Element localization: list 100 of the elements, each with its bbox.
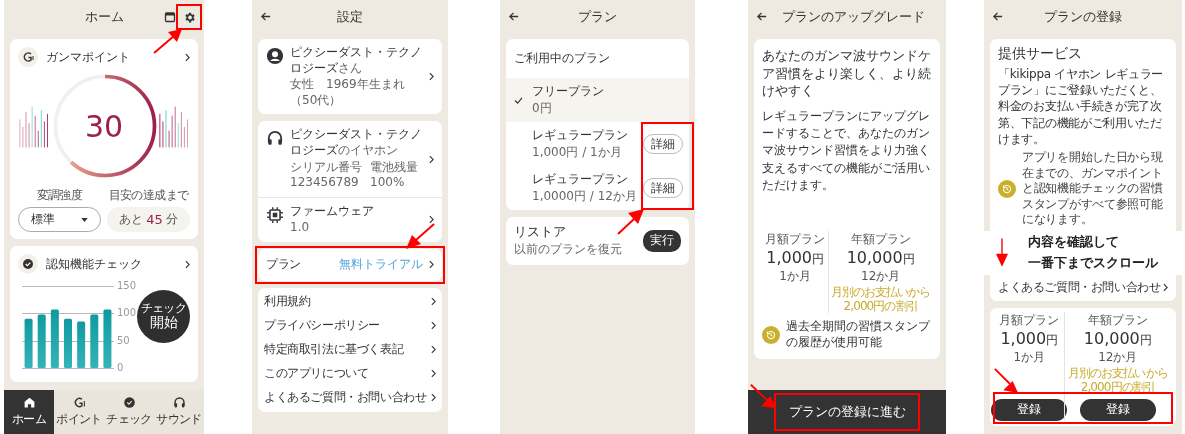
- axis-label: 50: [117, 334, 130, 346]
- back-arrow-icon[interactable]: [260, 11, 271, 22]
- menu-link[interactable]: このアプリについて: [264, 365, 369, 383]
- intro-text: 「kikippa イヤホン レギュラープラン」にご登録いただくと、料金のお支払い手続きが完了次第、下記の機能がご利用いただけます。: [998, 66, 1165, 147]
- device-name: ピクシーダスト・テクノロジーズのイヤホン: [290, 127, 423, 159]
- plan-name: レギュラープラン: [532, 171, 629, 189]
- chevron-icon[interactable]: [431, 369, 436, 379]
- price-unit: 円: [902, 250, 915, 268]
- menu-link[interactable]: プライバシーポリシー: [264, 317, 380, 335]
- profile-detail: 女性 1969年生まれ（50代）: [290, 77, 406, 109]
- price-unit: 円: [1046, 331, 1059, 349]
- price-period: 12か月: [1098, 348, 1138, 366]
- plan-row[interactable]: プラン 無料トライアル: [258, 248, 442, 281]
- card-title: 認知機能チェック: [46, 255, 143, 273]
- annotation-text: 一番下までスクロール: [1028, 254, 1158, 273]
- chevron-icon[interactable]: [431, 321, 436, 331]
- proceed-button[interactable]: プランの登録に進む: [784, 399, 910, 425]
- price-amount: 10,000: [846, 247, 903, 267]
- menu-link[interactable]: よくあるご質問・お問い合わせ: [264, 389, 427, 407]
- user-name: ピクシーダスト・テクノロジーズさん: [290, 45, 423, 77]
- price-amount: 1,000: [1000, 328, 1047, 348]
- screen-title: プラン: [578, 8, 617, 26]
- register-button[interactable]: 登録: [991, 398, 1068, 421]
- menu-link[interactable]: 利用規約: [264, 293, 311, 311]
- price-period: 1か月: [779, 267, 811, 285]
- chevron-icon[interactable]: [431, 345, 436, 355]
- chevron-icon[interactable]: [429, 154, 434, 164]
- plan-option[interactable]: レギュラープラン 1,0000円 / 12か月 詳細: [506, 166, 689, 210]
- settings-icon[interactable]: [183, 11, 196, 24]
- price-period: 12か月: [861, 267, 901, 285]
- chevron-icon: [429, 72, 434, 82]
- screen-title: ホーム: [84, 8, 124, 26]
- annotation-arrow: [996, 236, 1008, 269]
- intensity-label: 変調強度: [36, 187, 83, 204]
- feature-text: 過去全期間の習慣スタンプの履歴が使用可能: [786, 319, 932, 351]
- serial-label: シリアル番号: [290, 159, 362, 176]
- history-icon: [762, 325, 780, 344]
- nav-tab[interactable]: サウンド: [154, 390, 204, 434]
- check-start-button[interactable]: チェック 開始: [137, 290, 190, 343]
- profile-card[interactable]: ピクシーダスト・テクノロジーズさん 女性 1969年生まれ（50代）: [258, 39, 442, 115]
- back-arrow-icon[interactable]: [992, 11, 1003, 22]
- price-period: 1か月: [1013, 348, 1046, 366]
- price-label: 年額プラン: [1087, 311, 1148, 329]
- screen-title: プランの登録: [1044, 8, 1122, 26]
- nav-tab[interactable]: ポイント: [54, 390, 104, 434]
- plan-option[interactable]: フリープラン 0円: [506, 78, 689, 122]
- price-unit: 円: [1139, 331, 1152, 349]
- section-title: 提供サービス: [998, 45, 1083, 63]
- bar: [50, 309, 59, 368]
- annotation-text: 内容を確認して: [1028, 233, 1120, 252]
- goal-label: 目安の達成まで: [108, 187, 189, 204]
- nav-tab[interactable]: ホーム: [4, 390, 54, 434]
- bar: [64, 318, 72, 368]
- chevron-icon[interactable]: [431, 393, 436, 403]
- menu-link[interactable]: 特定商取引法に基づく表記: [264, 341, 404, 359]
- card-title: ガンマポイント: [46, 48, 131, 66]
- axis-label: 0: [117, 362, 124, 373]
- plan-value: 無料トライアル: [339, 256, 423, 274]
- chevron-icon[interactable]: [1163, 283, 1168, 293]
- plan-name: レギュラープラン: [532, 127, 629, 145]
- chevron-icon[interactable]: [431, 297, 436, 307]
- chevron-icon[interactable]: [185, 259, 190, 269]
- battery-value: 100%: [370, 175, 406, 191]
- goal-prefix: あと: [119, 211, 144, 228]
- detail-button[interactable]: 詳細: [643, 178, 683, 198]
- caret-icon: [81, 217, 88, 222]
- bar: [37, 314, 46, 368]
- back-arrow-icon[interactable]: [756, 11, 767, 22]
- battery-label: 電池残量: [370, 159, 418, 176]
- check-badge-icon: [122, 396, 136, 409]
- detail-button[interactable]: 詳細: [643, 134, 683, 154]
- chevron-icon[interactable]: [429, 215, 434, 225]
- faq-link[interactable]: よくあるご質問・お問い合わせ: [998, 279, 1161, 297]
- restore-subtitle: 以前のプランを復元: [514, 242, 623, 258]
- plan-option[interactable]: レギュラープラン 1,000円 / 1か月 詳細: [506, 122, 689, 166]
- discount-note: 月別のお支払いから2,000円の割引: [829, 284, 932, 314]
- price-amount: 10,000: [1083, 328, 1140, 348]
- axis-label: 100: [117, 307, 137, 319]
- register-button[interactable]: 登録: [1079, 398, 1156, 421]
- price-label: 月額プラン: [765, 230, 826, 248]
- run-button[interactable]: 実行: [643, 229, 681, 252]
- calendar-icon[interactable]: [164, 11, 176, 23]
- nav-tab[interactable]: チェック: [104, 390, 154, 434]
- home-icon: [22, 396, 36, 409]
- headphones-icon: [172, 396, 186, 409]
- headphones-icon: [266, 129, 284, 148]
- price-label: 年額プラン: [850, 230, 911, 248]
- headline: あなたのガンマ波サウンドケア習慣をより楽しく、より続けやすく: [762, 47, 932, 100]
- plan-price: 1,0000円 / 12か月: [532, 189, 638, 205]
- plan-label: プラン: [266, 256, 302, 274]
- feature-text: アプリを開始した日から現在までの、ガンマポイントと認知機能チェックの習慣スタンプがすべて参照可能になります。: [1022, 149, 1164, 228]
- highlight-frame: [176, 4, 202, 30]
- firmware-version: 1.0: [290, 220, 311, 236]
- bar: [24, 318, 33, 368]
- firmware-label: ファームウェア: [290, 203, 375, 220]
- plan-price: 1,000円 / 1か月: [532, 145, 623, 161]
- bar: [90, 314, 99, 368]
- back-arrow-icon[interactable]: [508, 11, 519, 22]
- price-amount: 1,000: [766, 247, 813, 267]
- chevron-icon[interactable]: [185, 52, 190, 62]
